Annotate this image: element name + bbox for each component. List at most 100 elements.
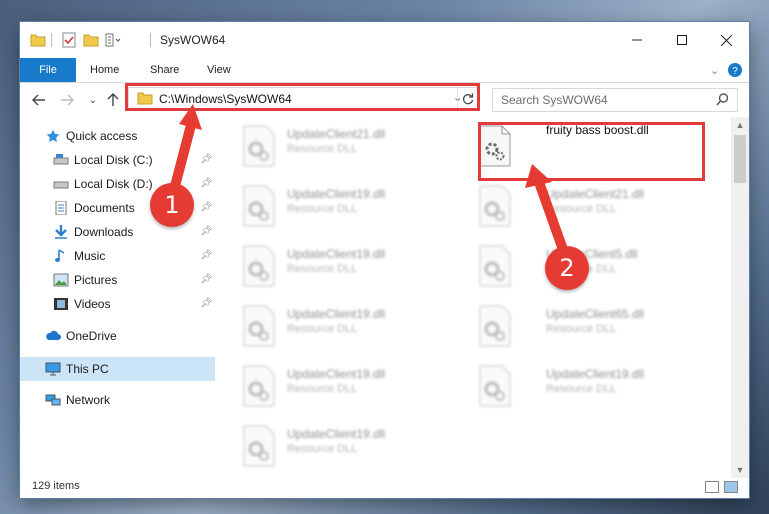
navigation-bar: ⌄ C:\Windows\SysWOW64 ⌄ Search SysWOW64 (20, 83, 749, 117)
videos-icon (54, 298, 68, 310)
sidebar-label: Documents (74, 201, 135, 215)
network-icon (45, 394, 61, 406)
pin-icon: 📌︎ (200, 274, 213, 285)
close-icon (721, 34, 732, 46)
music-icon (55, 249, 65, 262)
file-item[interactable]: UpdateClient21.dll Resource DLL (215, 121, 415, 173)
pin-icon: 📌︎ (200, 154, 213, 165)
file-name: UpdateClient19.dll (546, 367, 645, 381)
file-name: UpdateClient19.dll (287, 307, 386, 321)
pin-icon: 📌︎ (200, 226, 213, 237)
file-type: Resource DLL (546, 383, 617, 395)
new-folder-icon[interactable] (83, 32, 99, 48)
back-button[interactable] (30, 91, 48, 109)
search-input[interactable]: Search SysWOW64 (492, 88, 738, 112)
dll-file-icon (243, 185, 275, 227)
sidebar-label: Downloads (74, 225, 134, 239)
large-icons-view-button[interactable] (724, 481, 738, 493)
vertical-scrollbar[interactable]: ▲ ▼ (731, 117, 749, 478)
forward-arrow-icon (61, 94, 74, 106)
tab-home[interactable]: Home (90, 58, 119, 82)
sidebar-item-pictures[interactable]: Pictures 📌︎ (20, 269, 215, 291)
sidebar-label: OneDrive (66, 329, 117, 343)
drive-icon (53, 181, 69, 189)
file-type: Resource DLL (287, 383, 358, 395)
sidebar-item-this-pc[interactable]: This PC (20, 357, 215, 381)
sidebar-item-network[interactable]: Network (20, 389, 215, 411)
sidebar-label: This PC (66, 362, 109, 376)
forward-button[interactable] (58, 91, 76, 109)
sidebar-label: Local Disk (D:) (74, 177, 153, 191)
item-count: 129 items (32, 480, 80, 492)
sidebar-label: Quick access (66, 129, 138, 143)
file-item[interactable]: UpdateClient19.dll Resource DLL (215, 241, 415, 293)
tab-view[interactable]: View (207, 58, 231, 82)
maximize-icon (676, 35, 687, 45)
file-name: UpdateClient21.dll (546, 187, 645, 201)
properties-icon[interactable] (61, 32, 77, 48)
dll-file-icon (479, 245, 511, 287)
sidebar-item-downloads[interactable]: Downloads 📌︎ (20, 221, 215, 243)
scroll-down-icon[interactable]: ▼ (731, 462, 749, 478)
scroll-thumb[interactable] (734, 135, 746, 183)
file-item[interactable]: UpdateClient19.dll Resource DLL (215, 361, 415, 413)
status-bar: 129 items (20, 478, 749, 498)
title-bar: SysWOW64 (20, 22, 749, 58)
sidebar-item-videos[interactable]: Videos 📌︎ (20, 293, 215, 315)
file-name: UpdateClient19.dll (287, 247, 386, 261)
sidebar-item-local-disk-c[interactable]: Local Disk (C:) 📌︎ (20, 149, 215, 171)
folder-icon (30, 34, 46, 47)
dll-file-icon (479, 185, 511, 227)
dll-file-icon (479, 305, 511, 347)
svg-text:?: ? (732, 66, 738, 77)
file-name: UpdateClient65.dll (546, 307, 645, 321)
maximize-button[interactable] (659, 22, 704, 58)
callout-badge-2: 2 (545, 246, 589, 290)
file-item[interactable]: UpdateClient19.dll Resource DLL (215, 301, 415, 353)
sidebar-label: Videos (74, 297, 111, 311)
sidebar-item-onedrive[interactable]: OneDrive (20, 325, 215, 347)
file-item[interactable]: UpdateClient21.dll Resource DLL (451, 181, 651, 233)
documents-icon (55, 201, 67, 215)
file-type: Resource DLL (287, 323, 358, 335)
file-item[interactable]: UpdateClient65.dll Resource DLL (451, 301, 651, 353)
close-button[interactable] (704, 22, 749, 58)
file-item[interactable]: UpdateClient19.dll Resource DLL (215, 181, 415, 233)
help-icon: ? (728, 63, 742, 77)
callout-badge-1: 1 (150, 183, 194, 227)
address-highlight-box (125, 83, 480, 111)
file-type: Resource DLL (546, 323, 617, 335)
sidebar-item-quick-access[interactable]: Quick access (20, 125, 215, 147)
sidebar-item-music[interactable]: Music 📌︎ (20, 245, 215, 267)
details-view-button[interactable] (705, 481, 719, 493)
tab-share[interactable]: Share (150, 58, 179, 82)
drive-icon (53, 154, 69, 165)
dll-file-icon (479, 365, 511, 407)
sidebar-label: Local Disk (C:) (74, 153, 153, 167)
file-item[interactable]: UpdateClient19.dll Resource DLL (451, 361, 651, 413)
sidebar-label: Music (74, 249, 106, 263)
file-item[interactable]: UpdateClient19.dll Resource DLL (215, 421, 415, 472)
pin-icon: 📌︎ (200, 178, 213, 189)
star-icon (46, 129, 60, 142)
window-title: SysWOW64 (160, 33, 226, 47)
help-button[interactable]: ? (728, 58, 742, 82)
expand-ribbon-icon[interactable]: ⌄ (710, 58, 719, 82)
file-name: UpdateClient19.dll (287, 187, 386, 201)
search-placeholder: Search SysWOW64 (501, 93, 608, 107)
minimize-button[interactable] (614, 22, 659, 58)
minimize-icon (631, 39, 642, 41)
search-icon (716, 93, 729, 106)
file-name: UpdateClient21.dll (287, 127, 386, 141)
computer-icon (45, 362, 61, 376)
recent-locations-button[interactable]: ⌄ (84, 91, 102, 109)
pin-icon: 📌︎ (200, 298, 213, 309)
scroll-up-icon[interactable]: ▲ (731, 117, 749, 133)
pictures-icon (53, 273, 69, 287)
separator (51, 33, 52, 47)
tab-file[interactable]: File (20, 58, 76, 82)
dll-file-icon (243, 425, 275, 467)
customize-toolbar-icon[interactable] (105, 32, 121, 48)
up-button[interactable] (104, 91, 122, 109)
explorer-window: SysWOW64 File Home Share View ⌄ ? ⌄ C:\W… (20, 22, 749, 498)
